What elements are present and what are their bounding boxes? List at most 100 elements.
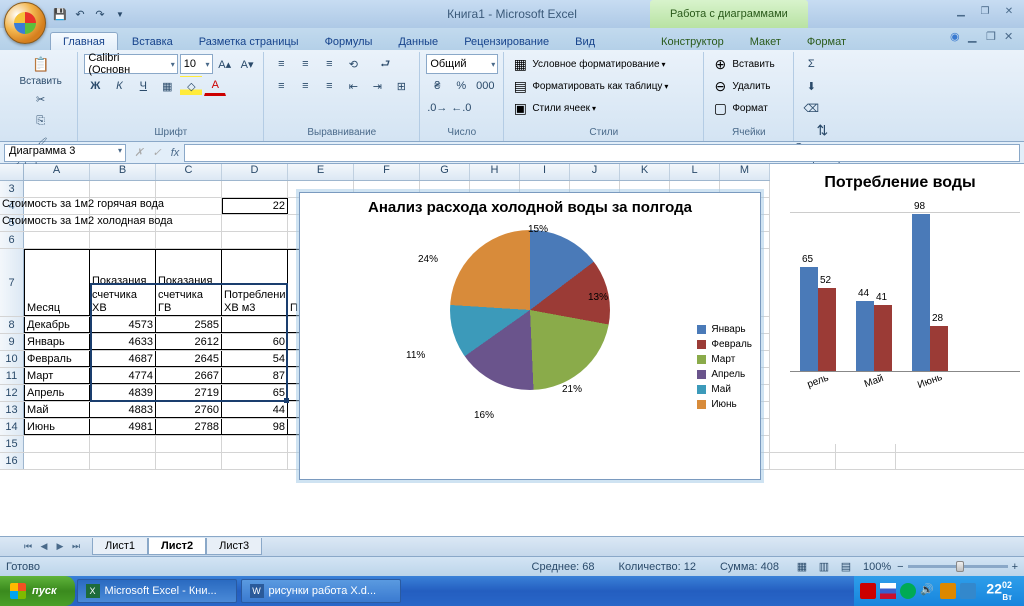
cell[interactable]: Стоимость за 1м2 горячая вода [0,198,264,210]
row-header[interactable]: 15 [0,436,24,452]
sheet-tab[interactable]: Лист2 [148,538,206,555]
cell[interactable]: 44 [222,402,288,418]
tray-icon[interactable] [940,583,956,599]
conditional-formatting-button[interactable]: ▦Условное форматирование▾ [510,54,697,74]
row-header[interactable]: 8 [0,317,24,333]
cell[interactable] [222,453,288,469]
row-header[interactable]: 13 [0,402,24,418]
format-cells-button[interactable]: ▢Формат [710,98,787,118]
start-button[interactable]: пуск [0,576,75,606]
sheet-tab[interactable]: Лист3 [206,538,262,555]
cell[interactable] [222,232,288,248]
cell[interactable]: 4981 [90,419,156,435]
cell[interactable]: 4687 [90,351,156,367]
cell[interactable] [24,181,90,197]
wb-restore-icon[interactable]: ❐ [986,30,1000,43]
cell[interactable]: 87 [222,368,288,384]
cell[interactable]: 4883 [90,402,156,418]
cell[interactable]: 60 [222,334,288,350]
column-header[interactable]: F [354,164,420,180]
cell[interactable] [156,232,222,248]
merge-icon[interactable]: ⊞ [390,76,412,96]
select-all-button[interactable] [0,164,24,180]
cell[interactable] [156,181,222,197]
cell[interactable]: Потребление ХВ м3 [222,249,288,316]
cell[interactable] [222,181,288,197]
view-page-layout-icon[interactable]: ▥ [813,557,835,577]
zoom-slider[interactable]: − + [897,561,1018,573]
cell[interactable]: Декабрь [24,317,90,333]
cell[interactable] [90,232,156,248]
bold-icon[interactable]: Ж [84,76,106,96]
currency-icon[interactable]: ₴ [426,76,448,96]
tray-lang-icon[interactable] [880,583,896,599]
taskbar-clock[interactable]: 2202 Вт [980,580,1018,603]
tab-data[interactable]: Данные [386,33,450,50]
office-button[interactable] [4,2,46,44]
cell[interactable]: 4839 [90,385,156,401]
column-header[interactable]: D [222,164,288,180]
worksheet-grid[interactable]: ABCDEFGHIJKLMNO 34Стоимость за 1м2 горяч… [0,164,1024,536]
column-header[interactable]: L [670,164,720,180]
sheet-nav-last-icon[interactable]: ⏭ [68,541,84,552]
formula-input[interactable] [184,144,1020,162]
tray-icon[interactable] [860,583,876,599]
cell[interactable]: Показания счетчика ХВ [90,249,156,316]
indent-dec-icon[interactable]: ⇤ [342,76,364,96]
wb-close-icon[interactable]: ✕ [1004,30,1018,43]
tab-formulas[interactable]: Формулы [313,33,385,50]
close-icon[interactable]: ✕ [1000,4,1018,18]
column-header[interactable]: K [620,164,670,180]
tab-review[interactable]: Рецензирование [452,33,561,50]
align-middle-icon[interactable]: ≡ [294,54,316,74]
shrink-font-icon[interactable]: A▾ [237,54,257,74]
cell[interactable] [24,436,90,452]
name-box[interactable]: Диаграмма 3 [4,144,126,162]
number-format-combo[interactable]: Общий [426,54,498,74]
taskbar-item[interactable]: W рисунки работа X.d... [241,579,401,603]
cell[interactable] [156,453,222,469]
italic-icon[interactable]: К [108,76,130,96]
row-header[interactable]: 10 [0,351,24,367]
tab-view[interactable]: Вид [563,33,607,50]
inc-decimal-icon[interactable]: .0→ [426,98,448,118]
font-name-combo[interactable]: Calibri (Основн [84,54,177,74]
row-header[interactable]: 7 [0,249,24,316]
column-header[interactable]: M [720,164,770,180]
cell[interactable]: 4573 [90,317,156,333]
cell[interactable]: 65 [222,385,288,401]
cell[interactable]: 2760 [156,402,222,418]
column-header[interactable]: C [156,164,222,180]
tab-chart-design[interactable]: Конструктор [649,33,736,50]
tab-chart-format[interactable]: Формат [795,33,858,50]
cell[interactable]: Июнь [24,419,90,435]
align-top-icon[interactable]: ≡ [270,54,292,74]
minimize-icon[interactable]: ▁ [952,4,970,18]
cell[interactable]: Март [24,368,90,384]
cell[interactable] [90,436,156,452]
tab-page-layout[interactable]: Разметка страницы [187,33,311,50]
row-header[interactable]: 6 [0,232,24,248]
cancel-formula-icon[interactable]: ✗ [130,146,148,159]
row-header[interactable]: 16 [0,453,24,469]
sheet-nav-next-icon[interactable]: ▶ [52,541,68,552]
cell[interactable]: 2667 [156,368,222,384]
align-center-icon[interactable]: ≡ [294,76,316,96]
help-icon[interactable]: ◉ [950,30,964,43]
fx-icon[interactable]: fx [166,147,184,159]
cell[interactable] [836,453,896,469]
tab-chart-layout[interactable]: Макет [738,33,793,50]
cell[interactable] [24,232,90,248]
column-header[interactable]: E [288,164,354,180]
embedded-pie-chart[interactable]: Анализ расхода холодной воды за полгода … [299,192,761,480]
column-header[interactable]: A [24,164,90,180]
view-normal-icon[interactable]: ▦ [791,557,813,577]
column-header[interactable]: I [520,164,570,180]
column-header[interactable]: J [570,164,620,180]
percent-icon[interactable]: % [450,76,472,96]
paste-button[interactable]: 📋 Вставить [19,54,63,87]
tab-home[interactable]: Главная [50,32,118,50]
font-color-icon[interactable]: А [204,76,226,96]
cell[interactable]: 4774 [90,368,156,384]
align-right-icon[interactable]: ≡ [318,76,340,96]
